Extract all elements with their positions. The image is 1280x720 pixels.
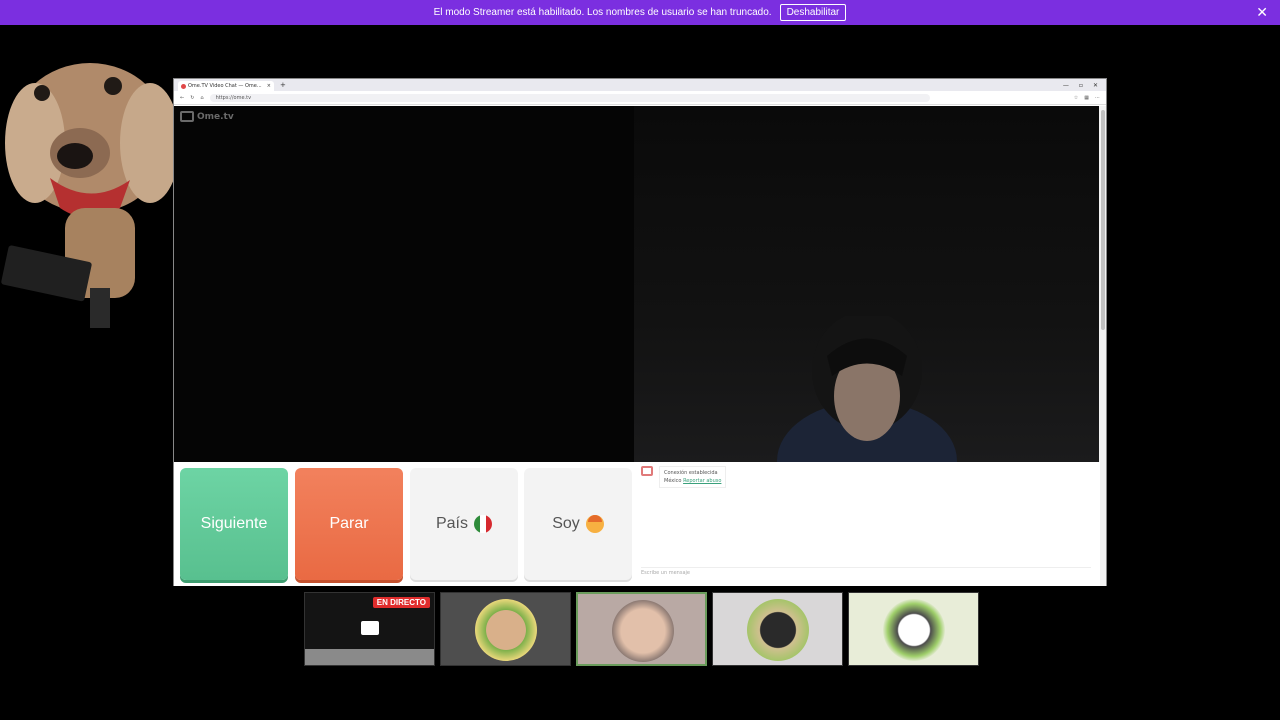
chat-panel: Conexión establecida México Reportar abu… (639, 462, 1094, 582)
browser-window: Ome.TV Video Chat — Ome... × + — ▫ ✕ ← ↻… (173, 78, 1107, 586)
disable-button[interactable]: Deshabilitar (779, 4, 847, 21)
system-message: Conexión establecida México Reportar abu… (659, 466, 727, 488)
avatar (612, 600, 674, 662)
thumbnail-live[interactable]: EN DIRECTO (304, 592, 435, 666)
tab-ome-tv[interactable]: Ome.TV Video Chat — Ome... × (178, 81, 274, 91)
address-bar: ← ↻ ⌂ https://ome.tv ☆ ▦ ⋯ (174, 91, 1106, 105)
maximize-button[interactable]: ▫ (1079, 82, 1083, 89)
connection-text: Conexión establecida (664, 470, 718, 476)
partner-video (634, 106, 1100, 462)
thumbnail-strip: EN DIRECTO (304, 592, 979, 666)
thumbnail-avatar-2[interactable] (576, 592, 707, 666)
dog-overlay-image (1, 63, 180, 328)
boy-face-icon (585, 515, 604, 533)
report-abuse-link[interactable]: Reportar abuso (683, 478, 721, 484)
thumbnail-avatar-4[interactable] (848, 592, 979, 666)
country-button[interactable]: País (410, 468, 518, 580)
pointer-cursor-icon: ☝ (644, 526, 653, 542)
close-icon[interactable]: ✕ (1256, 4, 1268, 21)
chat-message: Conexión establecida México Reportar abu… (641, 466, 727, 488)
new-tab-button[interactable]: + (280, 81, 286, 89)
avatar (475, 599, 537, 661)
window-controls: — ▫ ✕ (1063, 82, 1106, 89)
tab-bar: Ome.TV Video Chat — Ome... × + — ▫ ✕ (174, 79, 1106, 91)
stream-overlay: El modo Streamer está habilitado. Los no… (0, 0, 1280, 720)
star-icon[interactable]: ☆ (1074, 95, 1078, 101)
chat-controls: Siguiente Parar País Soy Conexión establ… (174, 462, 1100, 586)
mexico-flag-icon (474, 515, 492, 533)
avatar (883, 599, 945, 661)
chat-camera-icon (641, 466, 653, 476)
chat-input[interactable]: Escribe un mensaje (641, 567, 1091, 576)
tab-title: Ome.TV Video Chat — Ome... (188, 83, 262, 89)
home-icon[interactable]: ⌂ (200, 95, 203, 101)
thumbnail-avatar-1[interactable] (440, 592, 571, 666)
logo-tv-icon (180, 111, 194, 122)
thumbnail-preview-bar (305, 649, 434, 665)
soy-label: Soy (552, 515, 580, 532)
video-area: Ome.tv (174, 106, 1100, 462)
page-scrollbar[interactable] (1099, 106, 1106, 586)
next-button[interactable]: Siguiente (180, 468, 288, 580)
thumbnail-avatar-3[interactable] (712, 592, 843, 666)
url-field[interactable]: https://ome.tv (209, 93, 930, 102)
streamer-mode-banner: El modo Streamer está habilitado. Los no… (0, 0, 1280, 25)
minimize-button[interactable]: — (1063, 82, 1069, 89)
favicon-icon (181, 83, 186, 89)
country-text: México (664, 478, 682, 484)
back-icon[interactable]: ← (180, 95, 184, 101)
extensions-icon[interactable]: ▦ (1084, 95, 1089, 101)
monitor-icon (361, 621, 379, 635)
reload-icon[interactable]: ↻ (190, 95, 194, 101)
stop-label: Parar (329, 515, 369, 532)
tab-close-icon[interactable]: × (267, 83, 271, 89)
toolbar-icons: ☆ ▦ ⋯ (1074, 95, 1100, 101)
country-label: País (435, 515, 468, 532)
stop-button[interactable]: Parar (295, 468, 403, 580)
menu-icon[interactable]: ⋯ (1095, 95, 1100, 101)
next-label: Siguiente (200, 515, 268, 532)
logo-text: Ome.tv (197, 111, 234, 122)
site-logo: Ome.tv (180, 111, 234, 122)
live-badge: EN DIRECTO (372, 597, 430, 608)
close-window-button[interactable]: ✕ (1093, 82, 1098, 89)
person-in-video (777, 316, 957, 462)
banner-text: El modo Streamer está habilitado. Los no… (433, 7, 772, 18)
gender-button[interactable]: Soy (524, 468, 632, 580)
avatar (747, 599, 809, 661)
